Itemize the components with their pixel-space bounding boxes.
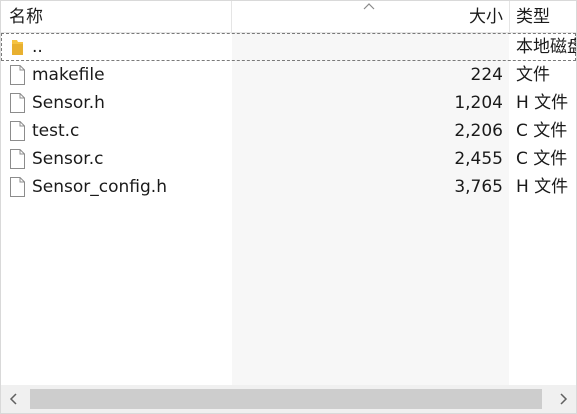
scrollbar-thumb[interactable] bbox=[30, 389, 542, 409]
scroll-right-button[interactable] bbox=[550, 385, 576, 413]
folder-icon bbox=[12, 40, 23, 55]
list-item-file[interactable]: Sensor_config.h 3,765 H 文件 bbox=[1, 173, 576, 201]
file-type: 本地磁盘 bbox=[516, 37, 576, 57]
chevron-right-icon bbox=[560, 393, 568, 405]
file-name: test.c bbox=[32, 121, 80, 141]
column-header: 名称 大小 类型 bbox=[1, 1, 576, 33]
file-name: Sensor_config.h bbox=[32, 177, 167, 197]
column-divider[interactable] bbox=[509, 1, 510, 32]
horizontal-scrollbar[interactable] bbox=[1, 385, 576, 413]
chevron-left-icon bbox=[9, 393, 17, 405]
file-type: C 文件 bbox=[516, 121, 568, 141]
file-name: Sensor.c bbox=[32, 149, 104, 169]
file-list-view: 名称 大小 类型 .. 本地磁盘 makefile 224 文件 bbox=[0, 0, 577, 414]
file-type: 文件 bbox=[516, 65, 550, 85]
file-size: 1,204 bbox=[454, 93, 503, 113]
file-type: H 文件 bbox=[516, 177, 569, 197]
file-size: 3,765 bbox=[454, 177, 503, 197]
list-item-file[interactable]: test.c 2,206 C 文件 bbox=[1, 117, 576, 145]
file-icon bbox=[10, 149, 25, 169]
file-type: C 文件 bbox=[516, 149, 568, 169]
list-item-file[interactable]: Sensor.c 2,455 C 文件 bbox=[1, 145, 576, 173]
file-name: makefile bbox=[32, 65, 105, 85]
column-header-name-label: 名称 bbox=[9, 7, 43, 27]
file-size: 224 bbox=[470, 65, 503, 85]
file-icon bbox=[10, 121, 25, 141]
list-item-file[interactable]: makefile 224 文件 bbox=[1, 61, 576, 89]
file-size: 2,455 bbox=[454, 149, 503, 169]
file-type: H 文件 bbox=[516, 93, 569, 113]
column-header-size-label: 大小 bbox=[469, 7, 503, 27]
file-icon bbox=[10, 93, 25, 113]
list-item-parent-folder[interactable]: .. 本地磁盘 bbox=[1, 33, 576, 61]
column-header-type-label: 类型 bbox=[516, 7, 550, 27]
scroll-left-button[interactable] bbox=[1, 385, 27, 413]
file-size: 2,206 bbox=[454, 121, 503, 141]
list-item-file[interactable]: Sensor.h 1,204 H 文件 bbox=[1, 89, 576, 117]
column-header-name[interactable]: 名称 bbox=[9, 1, 231, 32]
file-name: .. bbox=[32, 37, 43, 57]
column-header-size[interactable]: 大小 bbox=[232, 1, 503, 32]
file-name: Sensor.h bbox=[32, 93, 105, 113]
file-icon bbox=[10, 65, 25, 85]
file-icon bbox=[10, 177, 25, 197]
column-header-type[interactable]: 类型 bbox=[516, 1, 576, 32]
